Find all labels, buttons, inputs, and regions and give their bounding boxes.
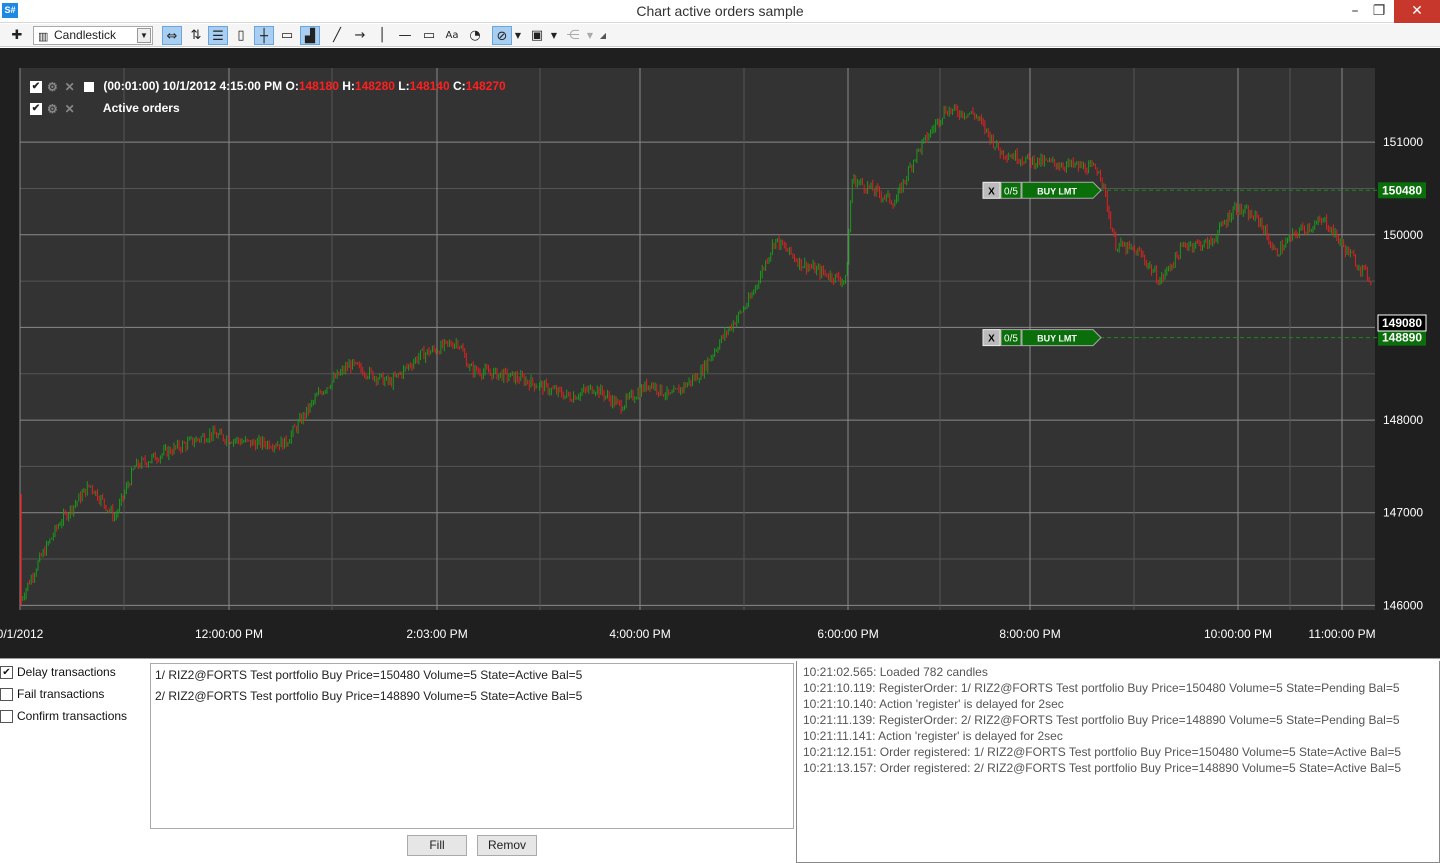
option-delay-transactions[interactable]: ✔ Delay transactions xyxy=(0,664,116,680)
arrow-tool-icon[interactable]: → xyxy=(350,26,370,45)
current-price-label: 149080 xyxy=(1382,316,1422,330)
gauge-icon[interactable]: ◔ xyxy=(465,26,485,45)
orders-visible-checkbox[interactable]: ✔ xyxy=(30,102,42,115)
orders-legend: ✔ ⚙ ✕ Active orders xyxy=(30,101,180,117)
time-tick-label: 12:00:00 PM xyxy=(195,627,263,641)
order-price-label: 150480 xyxy=(1382,183,1422,197)
order-fill-text: 0/5 xyxy=(1004,186,1018,197)
legend-low: 148140 xyxy=(409,79,450,93)
order-label: BUY LMT xyxy=(1037,186,1077,196)
chart-type-value: Candlestick xyxy=(54,28,117,42)
list-item[interactable]: 2/ RIZ2@FORTS Test portfolio Buy Price=1… xyxy=(155,689,789,710)
text-tool-icon[interactable]: Aa xyxy=(442,26,462,45)
crosshair-icon[interactable]: ┼ xyxy=(254,26,274,45)
series-visible-checkbox[interactable]: ✔ xyxy=(30,80,42,93)
overflow-icon[interactable]: ◢ xyxy=(598,26,608,45)
log-line: 10:21:12.151: Order registered: 1/ RIZ2@… xyxy=(803,745,1402,759)
legend-header: (00:01:00) 10/1/2012 4:15:00 PM O: xyxy=(103,79,299,93)
price-tick-label: 151000 xyxy=(1383,135,1423,149)
vertical-line-icon[interactable]: │ xyxy=(378,26,386,45)
order-fill-text: 0/5 xyxy=(1004,334,1018,345)
chart-area[interactable]: 1510001500001490001480001470001460000/1/… xyxy=(0,48,1440,658)
list-item[interactable]: 1/ RIZ2@FORTS Test portfolio Buy Price=1… xyxy=(155,668,789,689)
order-label: BUY LMT xyxy=(1037,334,1077,344)
scroll-mode-icon[interactable]: ⇔ xyxy=(162,26,182,45)
price-tick-label: 147000 xyxy=(1383,506,1423,520)
legend-high-label: H: xyxy=(342,79,355,93)
restore-button[interactable]: ❐ xyxy=(1364,0,1394,23)
log-line: 10:21:10.119: RegisterOrder: 1/ RIZ2@FOR… xyxy=(803,681,1400,695)
log-line: 10:21:02.565: Loaded 782 candles xyxy=(803,665,988,679)
log-line: 10:21:11.141: Action 'register' is delay… xyxy=(803,729,1063,743)
gear-icon[interactable]: ⚙ xyxy=(45,80,59,94)
window-title: Chart active orders sample xyxy=(636,3,804,19)
plot-background xyxy=(20,68,1375,610)
close-icon[interactable]: ✕ xyxy=(63,102,77,116)
option-label: Delay transactions xyxy=(17,665,116,679)
order-price-label: 148890 xyxy=(1382,331,1422,345)
price-tick-label: 146000 xyxy=(1383,598,1423,612)
price-tick-label: 148000 xyxy=(1383,413,1423,427)
orders-legend-label: Active orders xyxy=(102,101,180,115)
close-icon: X xyxy=(988,334,995,345)
share-icon[interactable]: ⋲ xyxy=(563,26,583,45)
bottom-panel: ✔ Delay transactions Fail transactions Conf… xyxy=(0,658,1440,863)
comment-icon[interactable]: ▭ xyxy=(277,26,297,45)
legend-close: 148270 xyxy=(465,79,506,93)
candlestick-chart[interactable]: 1510001500001490001480001470001460000/1/… xyxy=(0,48,1440,658)
magnet-icon[interactable]: ⊘ xyxy=(492,26,512,45)
series-color-swatch xyxy=(84,81,95,92)
time-tick-label: 6:00:00 PM xyxy=(817,627,878,641)
checkbox[interactable] xyxy=(0,688,13,702)
time-tick-label: 4:00:00 PM xyxy=(609,627,670,641)
save-icon[interactable]: ▣ xyxy=(527,26,547,45)
candlestick-icon: ▥ xyxy=(38,31,49,43)
series-legend: ✔ ⚙ ✕ (00:01:00) 10/1/2012 4:15:00 PM O:… xyxy=(30,79,506,95)
chart-type-select[interactable]: ▥ Candlestick ▼ xyxy=(33,26,153,45)
legend-icon[interactable]: ☰ xyxy=(208,26,228,45)
option-confirm-transactions[interactable]: Confirm transactions xyxy=(0,708,127,724)
checkbox[interactable] xyxy=(0,710,13,724)
chevron-down-icon[interactable]: ▼ xyxy=(548,26,560,45)
close-icon: X xyxy=(988,186,995,197)
close-icon[interactable]: ✕ xyxy=(63,80,77,94)
time-tick-label: 11:00:00 PM xyxy=(1308,627,1375,641)
up-down-arrows-icon[interactable]: ⇅ xyxy=(186,26,206,45)
checkbox[interactable]: ✔ xyxy=(0,666,13,680)
orders-list[interactable]: 1/ RIZ2@FORTS Test portfolio Buy Price=1… xyxy=(150,663,794,829)
legend-open: 148180 xyxy=(298,79,339,93)
price-tick-label: 150000 xyxy=(1383,228,1423,242)
document-icon[interactable]: ▯ xyxy=(231,26,251,45)
option-fail-transactions[interactable]: Fail transactions xyxy=(0,686,104,702)
chevron-down-icon[interactable]: ▼ xyxy=(137,28,151,43)
log-list[interactable]: 10:21:02.565: Loaded 782 candles 10:21:10… xyxy=(796,661,1440,863)
option-label: Fail transactions xyxy=(17,687,105,701)
remove-button[interactable]: Remov xyxy=(477,835,537,856)
line-tool-icon[interactable]: ╱ xyxy=(327,26,347,45)
chart-toolbar: ✚ ▥ Candlestick ▼ ⇔ ⇅ ☰ ▯ ┼ ▭ ▟ ╱ → │ — … xyxy=(0,24,1440,47)
rectangle-tool-icon[interactable]: ▭ xyxy=(419,26,439,45)
time-tick-label: 2:03:00 PM xyxy=(406,627,467,641)
legend-high: 148280 xyxy=(354,79,395,93)
gear-icon[interactable]: ⚙ xyxy=(45,102,59,116)
title-bar: S# Chart active orders sample – ❐ ✕ xyxy=(0,0,1440,23)
log-line: 10:21:13.157: Order registered: 2/ RIZ2@… xyxy=(803,761,1402,775)
legend-close-label: C: xyxy=(453,79,466,93)
time-tick-label: 10:00:00 PM xyxy=(1204,627,1272,641)
horizontal-line-icon[interactable]: — xyxy=(395,26,415,45)
add-area-icon[interactable]: ✚ xyxy=(7,26,27,45)
log-line: 10:21:11.139: RegisterOrder: 2/ RIZ2@FOR… xyxy=(803,713,1400,727)
option-label: Confirm transactions xyxy=(17,709,128,723)
chevron-down-icon[interactable]: ▼ xyxy=(584,26,596,45)
fill-button[interactable]: Fill xyxy=(407,835,467,856)
log-line: 10:21:10.140: Action 'register' is delay… xyxy=(803,697,1064,711)
time-tick-label: 0/1/2012 xyxy=(0,627,44,641)
chevron-down-icon[interactable]: ▼ xyxy=(512,26,524,45)
legend-low-label: L: xyxy=(398,79,410,93)
close-button[interactable]: ✕ xyxy=(1394,0,1440,23)
time-tick-label: 8:00:00 PM xyxy=(999,627,1060,641)
volume-icon[interactable]: ▟ xyxy=(300,26,320,45)
